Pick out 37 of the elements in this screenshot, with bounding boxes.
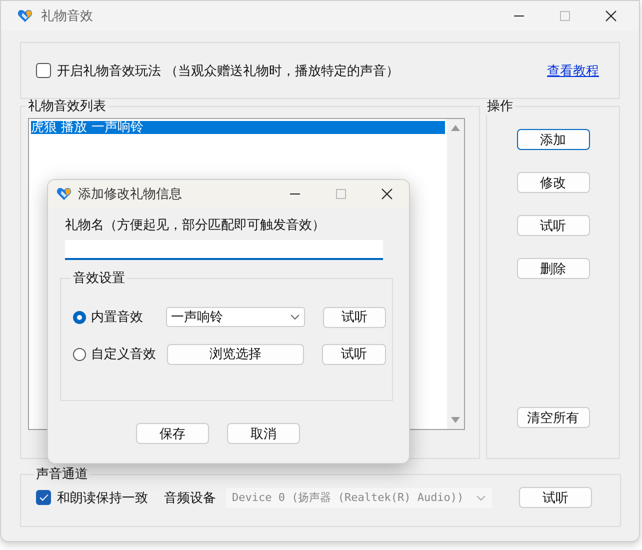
checkbox-label: 开启礼物音效玩法 （当观众赠送礼物时，播放特定的声音）	[57, 62, 400, 80]
chevron-down-icon	[290, 314, 300, 320]
close-icon[interactable]	[605, 10, 617, 22]
group-title: 音效设置	[72, 270, 126, 287]
radio-button[interactable]	[73, 310, 86, 324]
group-title: 操作	[486, 98, 514, 115]
radio-button[interactable]	[73, 348, 86, 360]
listen-button[interactable]: 试听	[519, 487, 592, 508]
field-label: 音频设备	[164, 490, 216, 506]
action-button[interactable]: 修改	[516, 172, 590, 193]
group-title: 礼物音效列表	[27, 98, 107, 115]
field-label: 礼物名（方便起见，部分匹配即可触发音效）	[65, 217, 326, 234]
window-title: 礼物音效	[41, 8, 93, 25]
action-button[interactable]: 删除	[516, 258, 590, 279]
radio-label: 自定义音效	[91, 346, 157, 363]
radio-label: 内置音效	[91, 309, 144, 326]
group-title: 声音通道	[35, 466, 89, 483]
browse-button[interactable]: 浏览选择	[166, 344, 304, 364]
checkbox-label: 和朗读保持一致	[57, 490, 148, 506]
action-button[interactable]: 试听	[516, 215, 590, 236]
action-button[interactable]: 清空所有	[516, 407, 590, 428]
action-button[interactable]: 添加	[516, 129, 590, 150]
tutorial-link[interactable]: 查看教程	[547, 62, 599, 80]
listen-button[interactable]: 试听	[322, 344, 386, 364]
close-icon[interactable]	[381, 188, 393, 200]
dialog-button[interactable]: 保存	[136, 423, 209, 444]
listen-button[interactable]: 试听	[322, 306, 386, 328]
list-item[interactable]: 虎狼 播放 一声响铃	[31, 121, 446, 134]
gift-name-field[interactable]	[65, 240, 383, 260]
dialog-button[interactable]: 取消	[227, 423, 300, 444]
sound-dropdown[interactable]: 一声响铃	[166, 307, 305, 327]
heart-logo-icon	[56, 186, 72, 202]
checkbox[interactable]	[36, 63, 51, 78]
heart-logo-icon	[17, 8, 33, 24]
checkbox[interactable]	[36, 490, 51, 505]
chevron-down-icon	[476, 494, 486, 500]
dialog-title: 添加修改礼物信息	[78, 186, 182, 203]
